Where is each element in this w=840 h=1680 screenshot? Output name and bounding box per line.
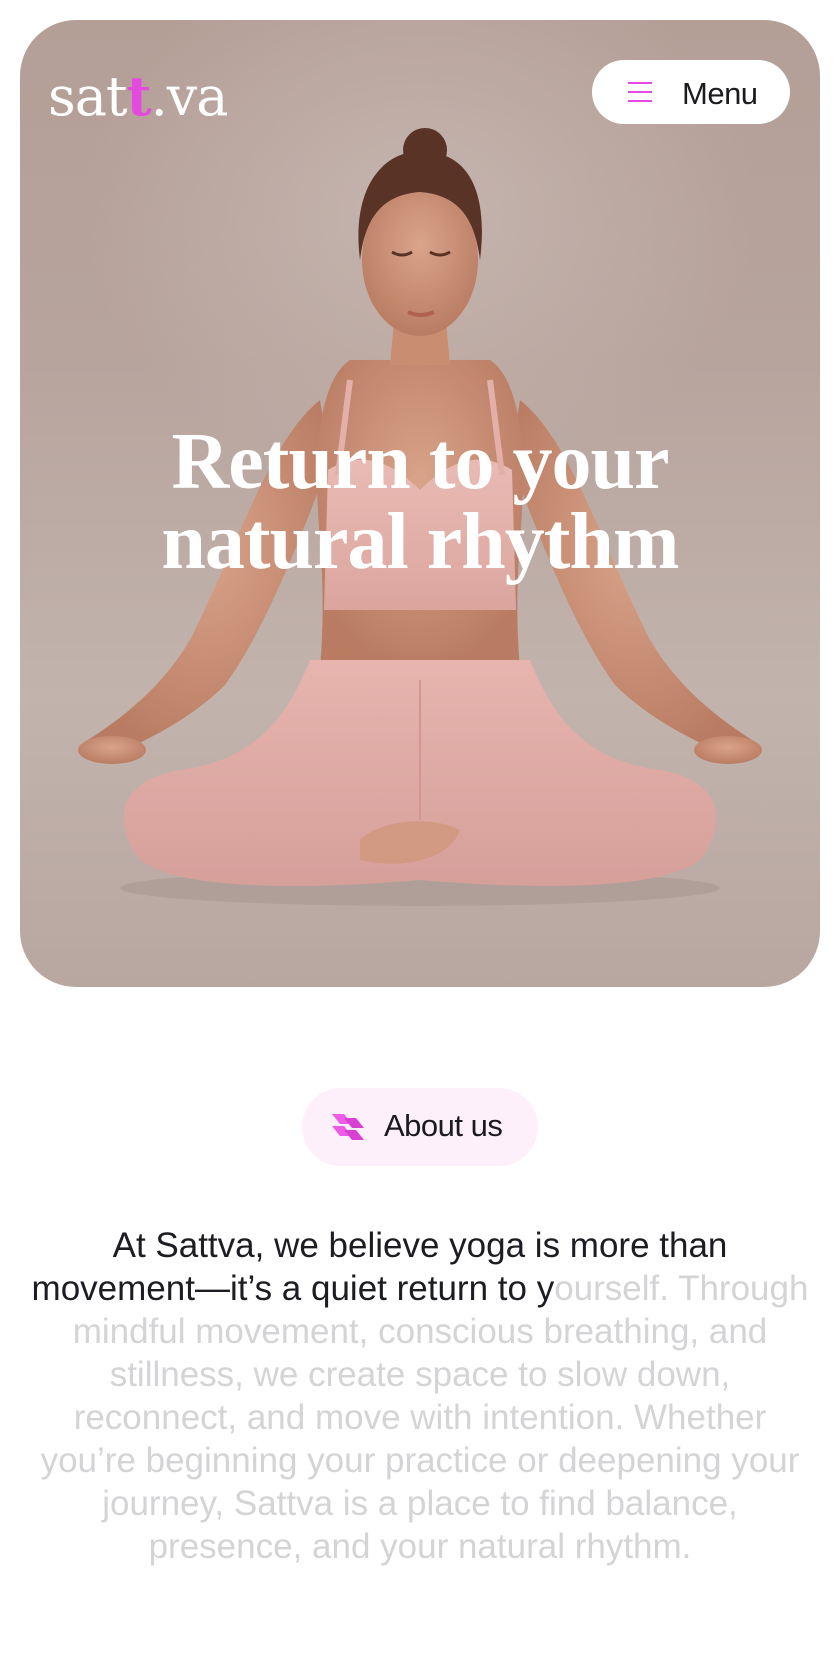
logo-text-start: sat <box>48 65 128 128</box>
logo-accent-letter: t <box>126 64 152 128</box>
about-text-faded: ourself. Through mindful movement, consc… <box>40 1269 809 1566</box>
hero-title-line-1: Return to your <box>171 418 669 506</box>
about-paragraph: At Sattva, we believe yoga is more than … <box>30 1224 810 1568</box>
hero-title-line-2: natural rhythm <box>161 498 679 586</box>
sattva-mark-icon <box>332 1114 364 1140</box>
about-us-label: About us <box>384 1108 503 1143</box>
menu-button[interactable]: Menu <box>592 60 790 124</box>
brand-logo[interactable]: sat t .va <box>48 64 229 128</box>
menu-label: Menu <box>682 76 758 111</box>
hero-section: sat t .va Menu Return to your natural rhyt… <box>20 20 820 987</box>
hamburger-icon <box>628 82 652 102</box>
logo-text-end: .va <box>150 65 229 128</box>
about-us-badge: About us <box>302 1088 538 1166</box>
hero-title: Return to your natural rhythm <box>20 422 820 582</box>
